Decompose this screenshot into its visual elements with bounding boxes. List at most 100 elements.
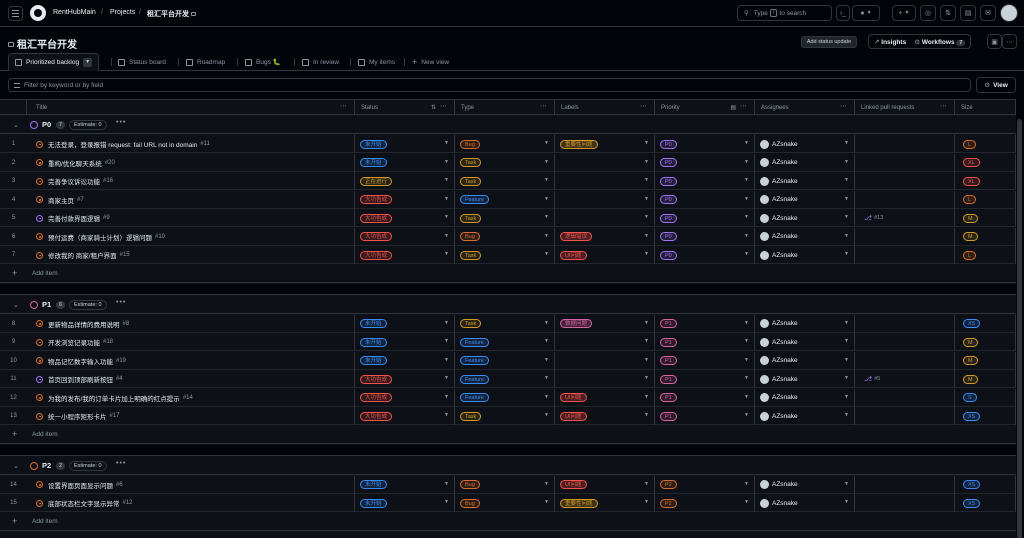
assignees-cell[interactable]: AZsnake ▼ [755,388,855,407]
assignees-cell[interactable]: AZsnake ▼ [755,246,855,264]
assignees-cell[interactable]: AZsnake ▼ [755,135,855,153]
tab-bugs[interactable]: Bugs 🐛 [245,53,281,71]
linked-pr-cell[interactable] [855,190,955,209]
size-cell[interactable]: XS [955,475,1016,494]
issue-title-link[interactable]: 为我的发布/我的订单卡片加上明确的红点提示 [48,393,180,403]
chevron-down-icon[interactable]: ▼ [844,499,849,505]
chevron-down-icon[interactable]: ▼ [644,375,649,381]
chevron-down-icon[interactable]: ▼ [544,481,549,487]
group-menu-icon[interactable]: ••• [116,299,126,306]
labels-cell[interactable]: ▼ [555,172,655,190]
issue-title-link[interactable]: 修改我的 商家/租户界面 [48,250,117,260]
repositories-icon[interactable]: ▤ [960,5,976,21]
type-cell[interactable]: Feature ▼ [455,333,555,351]
linked-pr-cell[interactable] [855,172,955,190]
linked-pr-cell[interactable] [855,351,955,370]
chevron-down-icon[interactable]: ▼ [644,499,649,505]
github-logo-icon[interactable] [30,5,46,21]
title-cell[interactable]: 无法登录，登录报错 request: fail URL not in domai… [27,135,355,153]
status-cell[interactable]: 大功告成 ▼ [355,388,455,407]
type-cell[interactable]: Bug ▼ [455,227,555,246]
column-menu-icon[interactable]: ⋯ [740,102,748,110]
linked-pr-cell[interactable] [855,153,955,172]
issues-icon[interactable]: ◎ [920,5,936,21]
chevron-down-icon[interactable]: ▼ [744,412,749,418]
chevron-down-icon[interactable]: ▼ [544,320,549,326]
chevron-down-icon[interactable]: ▼ [644,233,649,239]
type-cell[interactable]: Task ▼ [455,172,555,190]
chevron-down-icon[interactable]: ▼ [83,58,93,67]
size-cell[interactable]: L [955,190,1016,209]
title-cell[interactable]: 预付运费（商家骑士计划）逻辑问题 #10 [27,227,355,246]
priority-cell[interactable]: P0 ▼ [655,227,755,246]
issue-title-link[interactable]: 完善付款界面逻辑 [48,213,100,223]
chevron-down-icon[interactable]: ▼ [644,140,649,146]
chevron-down-icon[interactable]: ▼ [744,499,749,505]
issue-title-link[interactable]: 首页回到顶部刷新按钮 [48,374,113,384]
issue-title-link[interactable]: 无法登录，登录报错 request: fail URL not in domai… [48,139,197,149]
tab-prioritized-backlog[interactable]: Prioritized backlog ▼ [8,53,100,71]
column-menu-icon[interactable]: ⋯ [340,102,348,110]
chevron-down-icon[interactable]: ▼ [744,357,749,363]
chevron-down-icon[interactable]: ▼ [544,233,549,239]
chevron-down-icon[interactable]: ▼ [444,214,449,220]
chevron-down-icon[interactable]: ▼ [444,394,449,400]
size-cell[interactable]: M [955,370,1016,388]
status-cell[interactable]: 正在进行 ▼ [355,172,455,190]
title-cell[interactable]: 底部状态栏文字显示异常 #12 [27,494,355,512]
size-cell[interactable]: XS [955,494,1016,512]
chevron-down-icon[interactable]: ▼ [444,320,449,326]
priority-cell[interactable]: P0 ▼ [655,172,755,190]
chevron-down-icon[interactable]: ▼ [844,320,849,326]
title-cell[interactable]: 重构/优化聊天系统 #20 [27,153,355,172]
breadcrumb-project[interactable]: 租汇平台开发 [147,9,196,19]
chevron-down-icon[interactable]: ▼ [444,159,449,165]
status-cell[interactable]: 未开始 ▼ [355,314,455,333]
linked-pr-cell[interactable] [855,475,955,494]
type-cell[interactable]: Task ▼ [455,314,555,333]
table-row[interactable]: 5 完善付款界面逻辑 #9 大功告成 ▼ Task ▼ ▼ P0 ▼ AZsnake ▼ ⎇ #13 M [0,209,1024,227]
group-menu-icon[interactable]: ••• [116,119,126,126]
group-by-icon[interactable]: ▤ [730,104,736,111]
copilot-button[interactable]: ● ▼ [852,5,880,21]
header-type[interactable]: Type ⋯ [455,100,555,115]
labels-cell[interactable]: UI问题 ▼ [555,475,655,494]
chevron-down-icon[interactable]: ▼ [844,357,849,363]
table-row[interactable]: 15 底部状态栏文字显示异常 #12 未开始 ▼ Bug ▼ 重要性问题 ▼ P2 ▼ AZsnake… [0,494,1024,512]
status-cell[interactable]: 大功告成 ▼ [355,227,455,246]
pull-requests-icon[interactable]: ⇅ [940,5,956,21]
view-options-button[interactable]: ⚙ View [976,77,1016,93]
header-status[interactable]: Status ⇅ ⋯ [355,100,455,115]
chevron-down-icon[interactable]: ▼ [844,412,849,418]
type-cell[interactable]: Feature ▼ [455,388,555,407]
group-header-p0[interactable]: ⌄ P0 7 Estimate: 0 ••• [0,116,1024,134]
assignees-cell[interactable]: AZsnake ▼ [755,407,855,425]
breadcrumb-projects[interactable]: Projects [110,9,135,16]
header-assignees[interactable]: Assignees ⋯ [755,100,855,115]
chevron-down-icon[interactable]: ▼ [844,481,849,487]
assignees-cell[interactable]: AZsnake ▼ [755,153,855,172]
labels-cell[interactable]: ▼ [555,370,655,388]
size-cell[interactable]: S [955,388,1016,407]
title-cell[interactable]: 完善付款界面逻辑 #9 [27,209,355,227]
table-row[interactable]: 4 商家主页 #7 大功告成 ▼ Feature ▼ ▼ P0 ▼ AZsnake ▼ L [0,190,1024,209]
column-menu-icon[interactable]: ⋯ [640,102,648,110]
chevron-down-icon[interactable]: ▼ [744,251,749,257]
chevron-down-icon[interactable]: ▼ [544,499,549,505]
chevron-down-icon[interactable]: ▼ [844,233,849,239]
chevron-down-icon[interactable]: ▼ [744,338,749,344]
sort-icon[interactable]: ⇅ [431,104,436,111]
chevron-down-icon[interactable]: ▼ [644,481,649,487]
chevron-down-icon[interactable]: ▼ [844,394,849,400]
chevron-down-icon[interactable]: ▼ [444,338,449,344]
chevron-down-icon[interactable]: ▼ [444,140,449,146]
table-row[interactable]: 9 开发浏览记录功能 #18 未开始 ▼ Feature ▼ ▼ P1 ▼ AZsnake ▼ M [0,333,1024,351]
issue-title-link[interactable]: 设置界面页面显示问题 [48,480,113,490]
chevron-down-icon[interactable]: ▼ [544,251,549,257]
header-priority[interactable]: Priority ▤ ⋯ [655,100,755,115]
chevron-down-icon[interactable]: ▼ [844,159,849,165]
chevron-down-icon[interactable]: ▼ [444,499,449,505]
assignees-cell[interactable]: AZsnake ▼ [755,209,855,227]
table-row[interactable]: 14 设置界面页面显示问题 #6 未开始 ▼ Bug ▼ UI问题 ▼ P2 ▼ AZsnake ▼ XS [0,475,1024,494]
chevron-down-icon[interactable]: ▼ [544,394,549,400]
